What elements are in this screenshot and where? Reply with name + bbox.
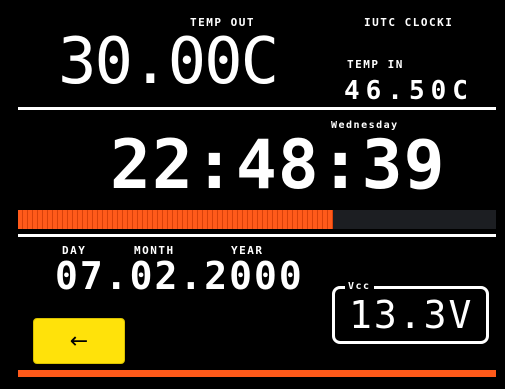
utc-clock-label: IUTC CLOCKI xyxy=(364,16,454,29)
back-button[interactable]: ← xyxy=(33,318,125,364)
bottom-accent-bar xyxy=(18,370,496,377)
temp-in-label: TEMP IN xyxy=(347,58,404,71)
seconds-progress-fill xyxy=(18,210,334,229)
top-divider xyxy=(18,107,496,110)
left-arrow-icon: ← xyxy=(69,328,89,354)
seconds-progress-bar xyxy=(18,210,496,229)
date-value: 07.02.2000 xyxy=(55,254,304,298)
vcc-value: 13.3V xyxy=(349,293,474,337)
temp-out-value: 30.00C xyxy=(58,25,279,99)
vcc-label: Vcc xyxy=(345,281,374,292)
vcc-panel: Vcc 13.3V xyxy=(332,281,489,344)
temp-in-value: 46.50C xyxy=(344,76,474,106)
middle-divider xyxy=(18,234,496,237)
time-value: 22:48:39 xyxy=(110,126,446,205)
clock-display-screen: TEMP OUT IUTC CLOCKI 30.00C TEMP IN 46.5… xyxy=(0,0,505,389)
